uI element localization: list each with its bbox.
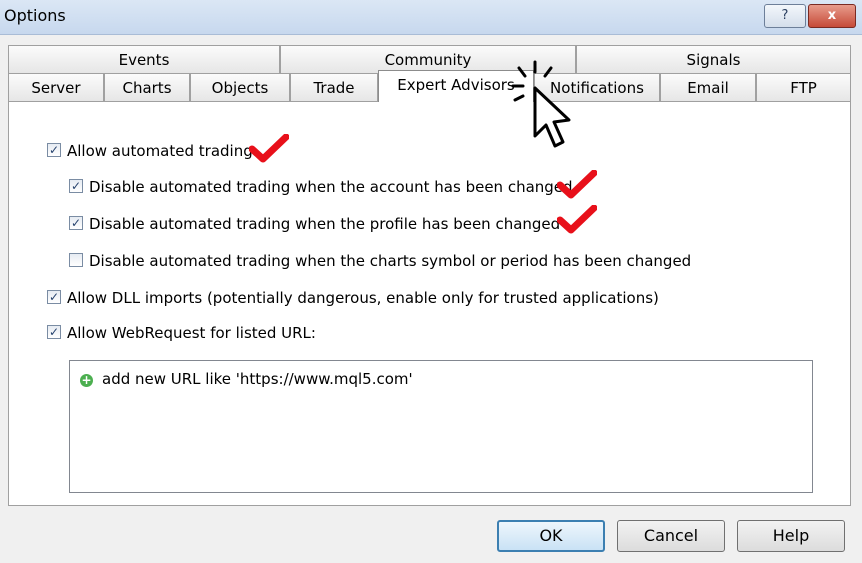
click-cursor-icon	[511, 60, 571, 148]
disable-account-label: Disable automated trading when the accou…	[89, 178, 573, 196]
plus-circle-icon[interactable]: +	[80, 374, 93, 387]
red-checkmark-icon	[557, 170, 597, 199]
help-button[interactable]: Help	[737, 520, 845, 552]
tab-ftp[interactable]: FTP	[756, 73, 851, 101]
ok-button[interactable]: OK	[497, 520, 605, 552]
window-title: Options	[4, 6, 66, 25]
tab-trade[interactable]: Trade	[290, 73, 378, 101]
disable-profile-checkbox[interactable]: ✓	[69, 216, 83, 230]
disable-symbol-label: Disable automated trading when the chart…	[89, 252, 692, 270]
tab-events[interactable]: Events	[8, 45, 280, 73]
allow-webrequest-checkbox[interactable]: ✓	[47, 325, 61, 339]
allow-dll-label: Allow DLL imports (potentially dangerous…	[67, 289, 659, 307]
allow-automated-trading-label: Allow automated trading	[67, 142, 253, 160]
tab-signals[interactable]: Signals	[576, 45, 851, 73]
tab-email[interactable]: Email	[660, 73, 756, 101]
disable-profile-label: Disable automated trading when the profi…	[89, 215, 561, 233]
disable-account-checkbox[interactable]: ✓	[69, 179, 83, 193]
allow-automated-trading-checkbox[interactable]: ✓	[47, 143, 61, 157]
url-list[interactable]: + add new URL like 'https://www.mql5.com…	[69, 360, 813, 493]
tab-server[interactable]: Server	[8, 73, 104, 101]
tab-charts[interactable]: Charts	[104, 73, 190, 101]
red-checkmark-icon	[249, 134, 289, 163]
help-title-button[interactable]: ?	[764, 4, 806, 28]
add-url-placeholder[interactable]: add new URL like 'https://www.mql5.com'	[102, 370, 413, 388]
red-checkmark-icon	[557, 205, 597, 234]
allow-webrequest-label: Allow WebRequest for listed URL:	[67, 324, 316, 342]
question-icon: ?	[781, 8, 789, 23]
tab-objects[interactable]: Objects	[190, 73, 290, 101]
cancel-button[interactable]: Cancel	[617, 520, 725, 552]
allow-dll-checkbox[interactable]: ✓	[47, 290, 61, 304]
disable-symbol-checkbox[interactable]	[69, 253, 83, 267]
close-button[interactable]: x	[808, 4, 856, 28]
expert-advisors-panel: ✓ Allow automated trading ✓ Disable auto…	[8, 101, 851, 506]
title-bar: Options ? x	[0, 0, 862, 35]
close-icon: x	[827, 8, 837, 23]
